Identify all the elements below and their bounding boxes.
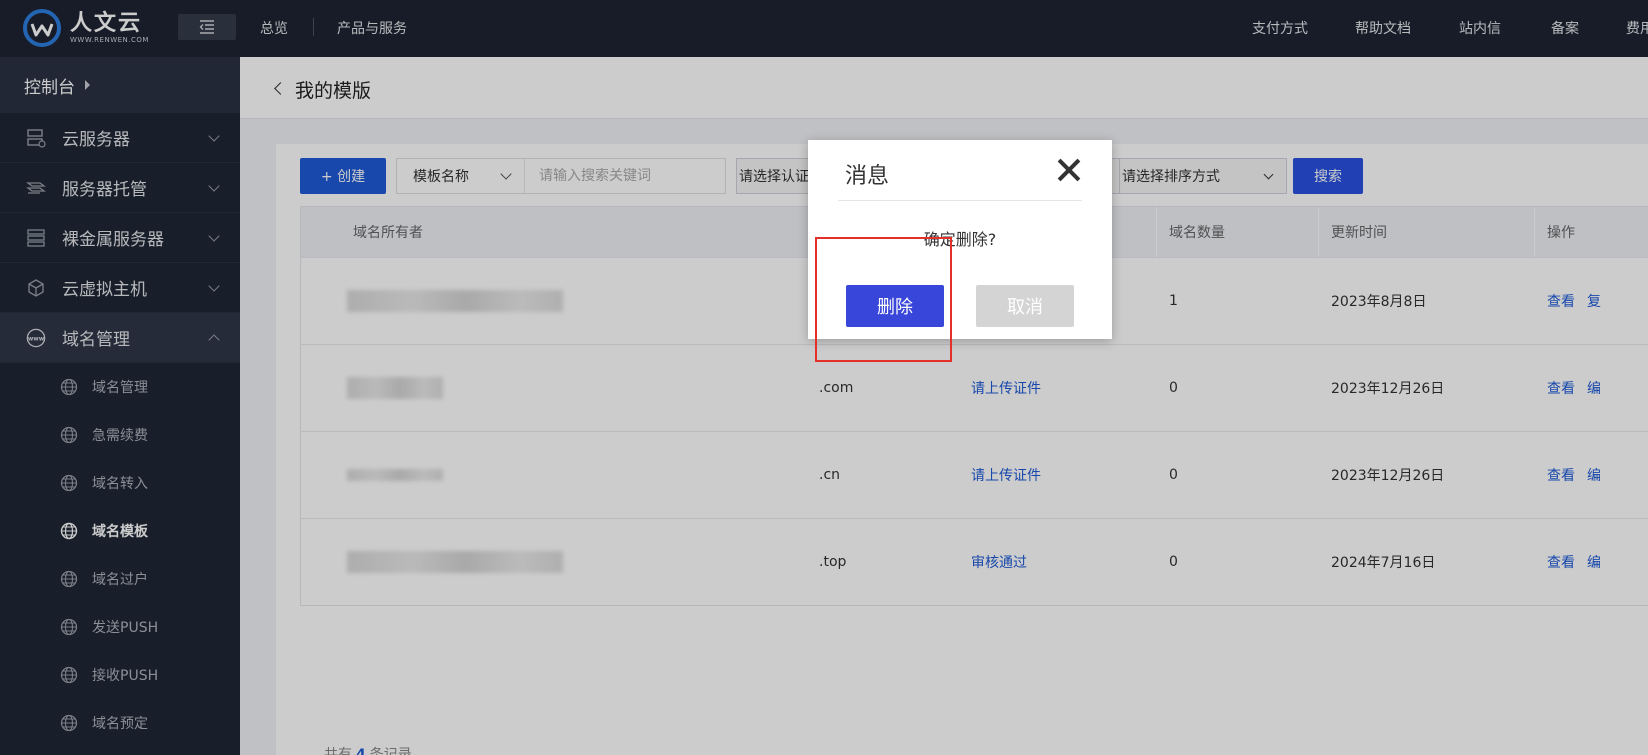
cancel-button[interactable]: 取消 [976, 285, 1074, 327]
annotation-highlight-box [815, 237, 952, 362]
modal-backdrop[interactable] [0, 0, 1648, 755]
dialog-divider [838, 200, 1082, 201]
close-icon[interactable] [1055, 156, 1083, 184]
dialog-title: 消息 [845, 164, 890, 189]
